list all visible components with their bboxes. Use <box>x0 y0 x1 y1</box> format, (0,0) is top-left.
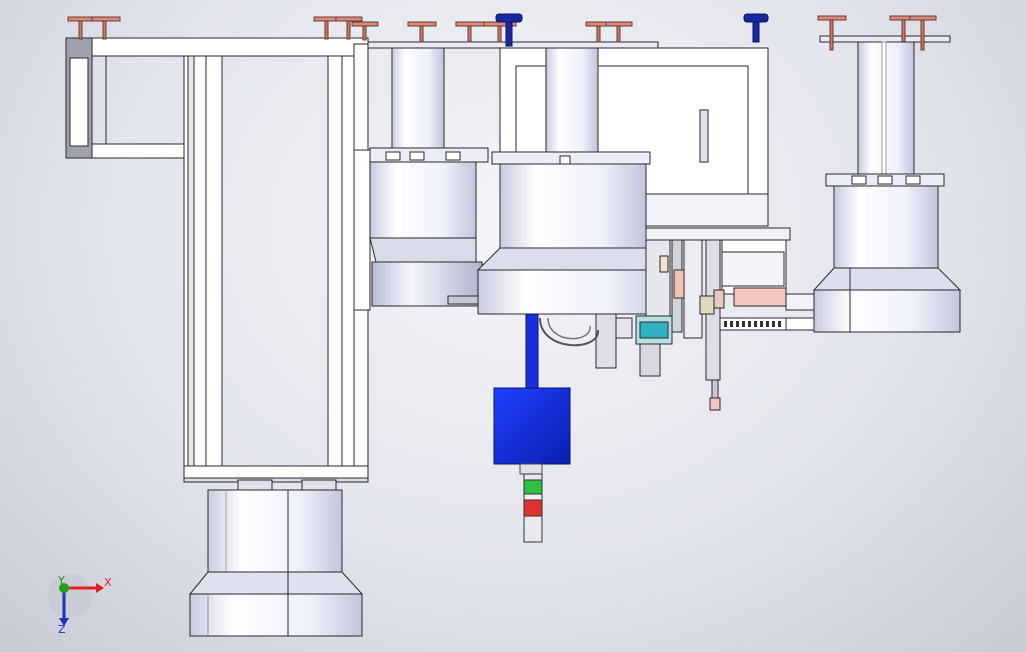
servo-motor-assembly <box>493 313 571 475</box>
z-axis-label: Z <box>58 623 66 636</box>
center-left-column <box>353 47 489 311</box>
axis-triad: X Y Z <box>48 574 112 636</box>
pad-4 <box>335 16 363 40</box>
assembly-drawing: X Y Z <box>48 13 962 637</box>
pad-5 <box>351 21 379 41</box>
pad-2 <box>91 16 121 40</box>
pad-11 <box>817 15 847 51</box>
blue-adjust-knobs <box>495 13 769 47</box>
cad-viewport[interactable]: X Y Z <box>0 0 1026 652</box>
left-leveling-foot <box>188 479 364 637</box>
signal-tower-light <box>523 473 543 543</box>
right-column <box>812 41 962 333</box>
pad-7 <box>455 21 485 43</box>
pad-6 <box>407 21 437 43</box>
x-axis-label: X <box>104 576 112 589</box>
pad-10 <box>605 21 633 43</box>
y-axis-label: Y <box>57 574 65 587</box>
left-gantry-frame <box>65 37 369 483</box>
pad-1 <box>67 16 95 40</box>
central-robot-column <box>476 151 670 315</box>
